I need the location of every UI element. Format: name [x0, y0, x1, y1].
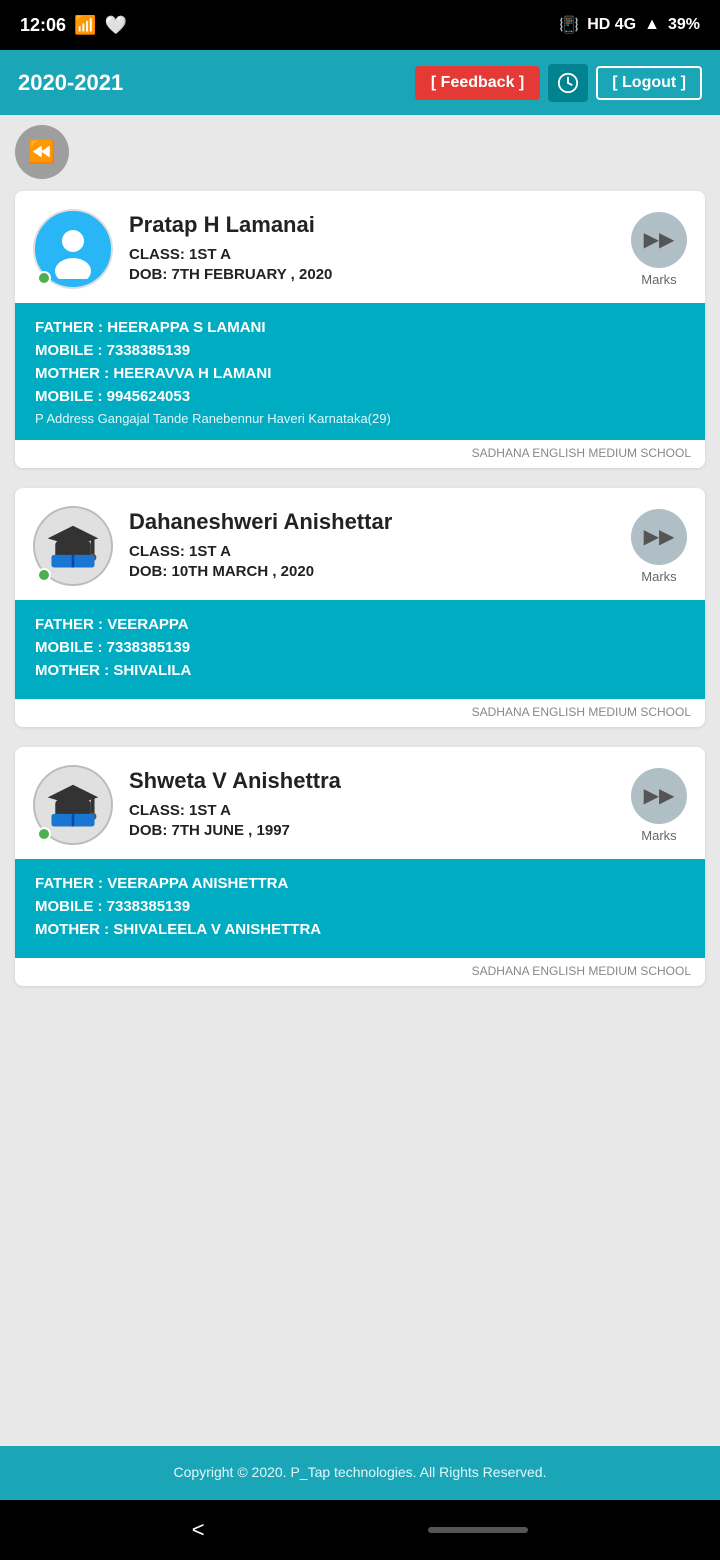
marks-wrap-3: ▶▶ Marks — [631, 768, 687, 843]
signal-icon: 📶 — [74, 15, 96, 36]
student-dob-2: DOB: 10TH MARCH , 2020 — [129, 563, 615, 580]
student-info-row-3: Shweta V Anishettra CLASS: 1ST A DOB: 7T… — [15, 747, 705, 859]
clock-button[interactable] — [548, 64, 588, 102]
school-footer-1: SADHANA ENGLISH MEDIUM SCHOOL — [15, 440, 705, 468]
year-label: 2020-2021 — [18, 70, 123, 96]
father-mobile-row-2: MOBILE : 7338385139 — [35, 639, 685, 656]
marks-label-2: Marks — [641, 569, 676, 584]
marks-wrap-1: ▶▶ Marks — [631, 212, 687, 287]
student-details-2: Dahaneshweri Anishettar CLASS: 1ST A DOB… — [129, 509, 615, 583]
play-icon-3: ▶▶ — [644, 783, 675, 808]
marks-button-1[interactable]: ▶▶ — [631, 212, 687, 268]
mother-mobile-row-1: MOBILE : 9945624053 — [35, 388, 685, 405]
father-mobile-row-3: MOBILE : 7338385139 — [35, 898, 685, 915]
logout-button[interactable]: [ Logout ] — [596, 66, 702, 100]
heart-icon: 🤍 — [104, 15, 126, 36]
battery-label: 39% — [668, 16, 700, 34]
student-name-3: Shweta V Anishettra — [129, 768, 615, 794]
student-class-2: CLASS: 1ST A — [129, 543, 615, 560]
student-class-1: CLASS: 1ST A — [129, 246, 615, 263]
play-icon-1: ▶▶ — [644, 227, 675, 252]
student-details-3: Shweta V Anishettra CLASS: 1ST A DOB: 7T… — [129, 768, 615, 842]
mother-row-1: MOTHER : HEERAVVA H LAMANI — [35, 365, 685, 382]
online-indicator-3 — [37, 827, 51, 841]
avatar-wrap-2 — [33, 506, 113, 586]
school-footer-2: SADHANA ENGLISH MEDIUM SCHOOL — [15, 699, 705, 727]
mother-row-3: MOTHER : SHIVALEELA V ANISHETTRA — [35, 921, 685, 938]
status-left: 12:06 📶 🤍 — [20, 15, 127, 36]
nav-back-button[interactable]: < — [192, 1517, 205, 1543]
status-bar: 12:06 📶 🤍 📳 HD 4G ▲ 39% — [0, 0, 720, 50]
status-time: 12:06 — [20, 15, 66, 36]
header: 2020-2021 [ Feedback ] [ Logout ] — [0, 50, 720, 115]
network-label: HD 4G — [587, 16, 636, 34]
marks-label-1: Marks — [641, 272, 676, 287]
father-row-2: FATHER : VEERAPPA — [35, 616, 685, 633]
play-icon-2: ▶▶ — [644, 524, 675, 549]
marks-button-2[interactable]: ▶▶ — [631, 509, 687, 565]
footer: Copyright © 2020. P_Tap technologies. Al… — [0, 1446, 720, 1500]
family-panel-1: FATHER : HEERAPPA S LAMANI MOBILE : 7338… — [15, 303, 705, 440]
student-details-1: Pratap H Lamanai CLASS: 1ST A DOB: 7TH F… — [129, 212, 615, 286]
clock-icon — [557, 72, 579, 94]
online-indicator-2 — [37, 568, 51, 582]
family-panel-2: FATHER : VEERAPPA MOBILE : 7338385139 MO… — [15, 600, 705, 699]
student-dob-1: DOB: 7TH FEBRUARY , 2020 — [129, 266, 615, 283]
marks-label-3: Marks — [641, 828, 676, 843]
student-info-row-1: Pratap H Lamanai CLASS: 1ST A DOB: 7TH F… — [15, 191, 705, 303]
online-indicator-1 — [37, 271, 51, 285]
student-card-3: Shweta V Anishettra CLASS: 1ST A DOB: 7T… — [15, 747, 705, 986]
status-right: 📳 HD 4G ▲ 39% — [559, 15, 700, 35]
father-row-3: FATHER : VEERAPPA ANISHETTRA — [35, 875, 685, 892]
back-icon: ⏪ — [28, 139, 55, 165]
student-card-1: Pratap H Lamanai CLASS: 1ST A DOB: 7TH F… — [15, 191, 705, 468]
avatar-wrap-1 — [33, 209, 113, 289]
back-button[interactable]: ⏪ — [15, 125, 69, 179]
student-dob-3: DOB: 7TH JUNE , 1997 — [129, 822, 615, 839]
back-button-wrap: ⏪ — [15, 125, 705, 179]
student-class-3: CLASS: 1ST A — [129, 802, 615, 819]
person-avatar-icon — [43, 219, 103, 279]
main-content: ⏪ Pratap H Lamanai CLASS: 1ST A — [0, 115, 720, 1446]
student-name-1: Pratap H Lamanai — [129, 212, 615, 238]
family-panel-3: FATHER : VEERAPPA ANISHETTRA MOBILE : 73… — [15, 859, 705, 958]
address-1: P Address Gangajal Tande Ranebennur Have… — [35, 411, 685, 426]
student-name-2: Dahaneshweri Anishettar — [129, 509, 615, 535]
feedback-button[interactable]: [ Feedback ] — [415, 66, 540, 100]
marks-button-3[interactable]: ▶▶ — [631, 768, 687, 824]
student-card-2: Dahaneshweri Anishettar CLASS: 1ST A DOB… — [15, 488, 705, 727]
school-footer-3: SADHANA ENGLISH MEDIUM SCHOOL — [15, 958, 705, 986]
father-mobile-row-1: MOBILE : 7338385139 — [35, 342, 685, 359]
avatar-wrap-3 — [33, 765, 113, 845]
nav-bar: < — [0, 1500, 720, 1560]
nav-home-pill — [428, 1527, 528, 1533]
header-actions: [ Feedback ] [ Logout ] — [415, 64, 702, 102]
marks-wrap-2: ▶▶ Marks — [631, 509, 687, 584]
signal-strength-icon: ▲ — [644, 16, 660, 34]
vibrate-icon: 📳 — [559, 15, 579, 35]
mother-row-2: MOTHER : SHIVALILA — [35, 662, 685, 679]
student-info-row-2: Dahaneshweri Anishettar CLASS: 1ST A DOB… — [15, 488, 705, 600]
father-row-1: FATHER : HEERAPPA S LAMANI — [35, 319, 685, 336]
copyright-text: Copyright © 2020. P_Tap technologies. Al… — [174, 1464, 547, 1480]
